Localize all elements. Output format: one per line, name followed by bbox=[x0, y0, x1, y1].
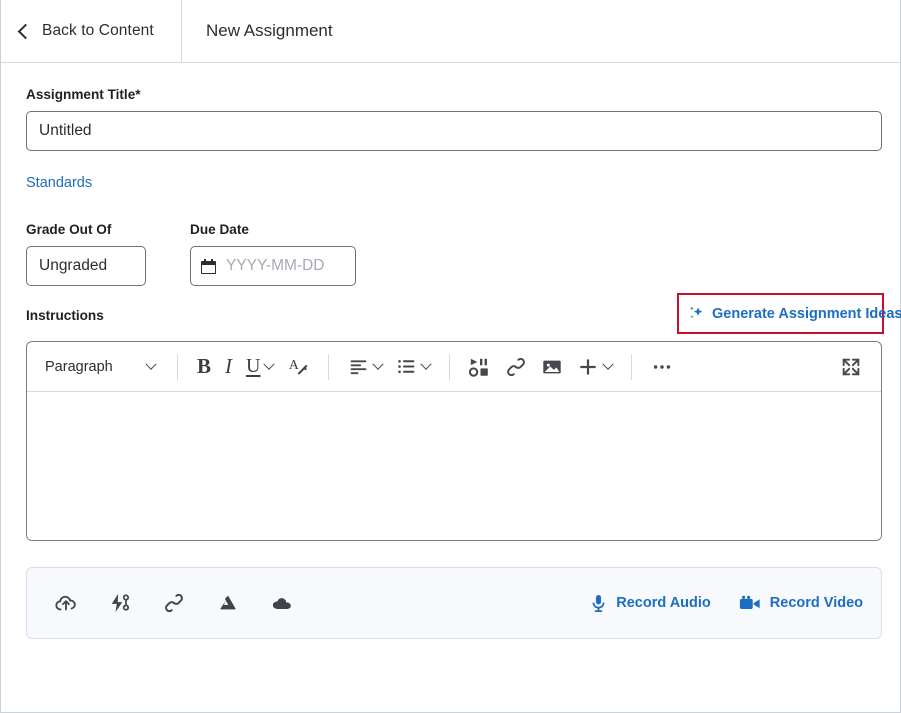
plus-icon bbox=[580, 358, 597, 375]
onedrive-button[interactable] bbox=[265, 586, 299, 620]
toolbar-divider bbox=[631, 353, 633, 380]
generate-assignment-ideas-label: Generate Assignment Ideas bbox=[712, 305, 901, 322]
list-button[interactable] bbox=[389, 350, 437, 384]
svg-text:A: A bbox=[289, 356, 299, 371]
assignment-title-label-text: Assignment Title bbox=[26, 87, 136, 102]
insert-link-button-attach[interactable] bbox=[157, 586, 191, 620]
clear-formatting-button[interactable]: A bbox=[280, 350, 316, 384]
assignment-editor-page: Back to Content New Assignment Assignmen… bbox=[0, 0, 901, 713]
toolbar-divider bbox=[177, 353, 178, 380]
insert-more-button[interactable] bbox=[570, 350, 619, 384]
chevron-down-icon bbox=[602, 358, 615, 370]
attachment-icon-group bbox=[49, 586, 299, 620]
image-icon bbox=[543, 360, 562, 373]
bulleted-list-icon bbox=[398, 359, 415, 374]
editor-toolbar: Paragraph B I U A bbox=[27, 342, 881, 392]
back-to-content-label: Back to Content bbox=[42, 22, 154, 39]
underline-button[interactable]: U bbox=[239, 350, 280, 384]
grade-out-of-group: Grade Out Of Ungraded bbox=[26, 222, 146, 286]
upload-button[interactable] bbox=[49, 586, 83, 620]
record-audio-label: Record Audio bbox=[616, 595, 711, 611]
microphone-icon bbox=[592, 594, 605, 612]
record-button-group: Record Audio Record Video bbox=[590, 594, 863, 613]
ellipsis-icon bbox=[654, 364, 671, 369]
standards-row: Standards bbox=[26, 174, 876, 192]
grade-due-row: Grade Out Of Ungraded Due Date YYYY-MM-D… bbox=[26, 222, 876, 286]
clear-formatting-icon: A bbox=[289, 356, 308, 374]
record-audio-button[interactable]: Record Audio bbox=[590, 594, 711, 613]
instructions-label: Instructions bbox=[26, 308, 104, 323]
attachment-toolbar: Record Audio Record Video bbox=[26, 567, 882, 639]
google-drive-button[interactable] bbox=[211, 586, 245, 620]
video-camera-icon bbox=[739, 595, 760, 609]
align-button[interactable] bbox=[341, 350, 389, 384]
toolbar-divider bbox=[449, 353, 451, 380]
chevron-down-icon bbox=[263, 358, 276, 370]
record-video-button[interactable]: Record Video bbox=[739, 595, 863, 612]
italic-icon: I bbox=[225, 354, 233, 378]
sparkle-icon bbox=[689, 306, 703, 319]
link-icon bbox=[165, 593, 183, 613]
format-select[interactable]: Paragraph bbox=[37, 350, 165, 384]
back-to-content-button[interactable]: Back to Content bbox=[1, 0, 182, 62]
standards-link[interactable]: Standards bbox=[26, 175, 92, 191]
fullscreen-button[interactable] bbox=[833, 350, 869, 384]
chevron-down-icon bbox=[145, 358, 157, 370]
grade-out-of-input[interactable]: Ungraded bbox=[26, 246, 146, 286]
google-drive-icon bbox=[220, 595, 236, 610]
page-title: New Assignment bbox=[206, 21, 333, 40]
underline-icon: U bbox=[246, 355, 261, 377]
record-video-label: Record Video bbox=[769, 595, 863, 611]
quicklink-button[interactable] bbox=[103, 586, 137, 620]
toolbar-divider bbox=[328, 353, 330, 380]
due-date-label: Due Date bbox=[190, 222, 249, 237]
calendar-icon bbox=[201, 258, 216, 274]
overflow-menu-button[interactable] bbox=[644, 350, 680, 384]
grade-out-of-label: Grade Out Of bbox=[26, 222, 112, 237]
instructions-row: Instructions Generate Assignment Ideas bbox=[26, 293, 901, 334]
assignment-title-label: Assignment Title* bbox=[26, 87, 876, 102]
page-header: Back to Content New Assignment bbox=[1, 0, 900, 63]
insert-image-button[interactable] bbox=[534, 350, 570, 384]
instructions-text-area[interactable] bbox=[27, 392, 881, 540]
due-date-input[interactable]: YYYY-MM-DD bbox=[190, 246, 356, 286]
due-date-group: Due Date YYYY-MM-DD bbox=[190, 222, 356, 286]
align-left-icon bbox=[351, 360, 367, 375]
instructions-editor: Paragraph B I U A bbox=[26, 341, 882, 541]
due-date-placeholder: YYYY-MM-DD bbox=[226, 257, 325, 274]
form-content: Assignment Title* Untitled Standards Gra… bbox=[1, 63, 901, 639]
insert-link-button[interactable] bbox=[498, 350, 534, 384]
chevron-down-icon bbox=[420, 358, 433, 370]
quicklink-icon bbox=[111, 593, 130, 613]
media-icon bbox=[469, 358, 489, 377]
generate-assignment-ideas-button[interactable]: Generate Assignment Ideas bbox=[677, 293, 901, 334]
bold-icon: B bbox=[197, 354, 212, 378]
chevron-down-icon bbox=[372, 358, 385, 370]
assignment-title-input[interactable]: Untitled bbox=[26, 111, 882, 151]
link-icon bbox=[507, 357, 526, 376]
italic-button[interactable]: I bbox=[218, 350, 239, 384]
onedrive-icon bbox=[272, 598, 291, 609]
expand-icon bbox=[842, 358, 860, 375]
upload-cloud-icon bbox=[55, 595, 76, 611]
chevron-left-icon bbox=[17, 23, 34, 39]
insert-media-button[interactable] bbox=[462, 350, 498, 384]
format-select-value: Paragraph bbox=[45, 358, 113, 375]
required-marker: * bbox=[135, 87, 141, 102]
bold-button[interactable]: B bbox=[190, 350, 218, 384]
